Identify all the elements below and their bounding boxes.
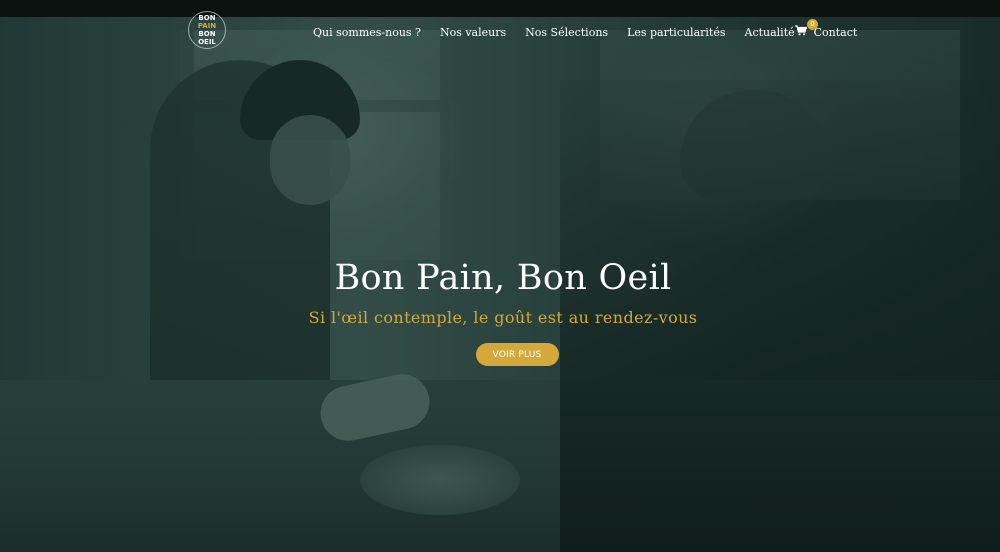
logo-line: OEIL — [198, 38, 216, 46]
hero: Bon Pain, Bon Oeil Si l'œil contemple, l… — [0, 252, 1000, 366]
main-nav: Qui sommes-nous ? Nos valeurs Nos Sélect… — [313, 22, 876, 42]
nav-item-actualite[interactable]: Actualité — [745, 26, 795, 39]
voir-plus-button[interactable]: VOIR PLUS — [475, 343, 559, 366]
nav-item-qui-sommes-nous[interactable]: Qui sommes-nous ? — [313, 26, 421, 39]
nav-item-les-particularites[interactable]: Les particularités — [627, 26, 725, 39]
hero-subtitle: Si l'œil contemple, le goût est au rende… — [308, 308, 698, 327]
top-bar — [0, 0, 1000, 17]
page: BON PAIN BON OEIL Qui sommes-nous ? Nos … — [0, 0, 1000, 552]
nav-item-nos-selections[interactable]: Nos Sélections — [525, 26, 608, 39]
site-header: BON PAIN BON OEIL Qui sommes-nous ? Nos … — [0, 11, 1000, 49]
logo[interactable]: BON PAIN BON OEIL — [188, 11, 226, 49]
hero-title: Bon Pain, Bon Oeil — [334, 258, 672, 298]
nav-item-contact[interactable]: Contact — [814, 26, 858, 39]
cart-count-badge: 0 — [807, 19, 818, 30]
cart-button[interactable]: 0 — [795, 19, 818, 41]
logo-line: PAIN — [197, 22, 217, 30]
logo-line: BON — [198, 14, 216, 22]
logo-line: BON — [198, 30, 216, 38]
nav-item-nos-valeurs[interactable]: Nos valeurs — [440, 26, 506, 39]
shopping-cart-icon — [795, 25, 807, 36]
